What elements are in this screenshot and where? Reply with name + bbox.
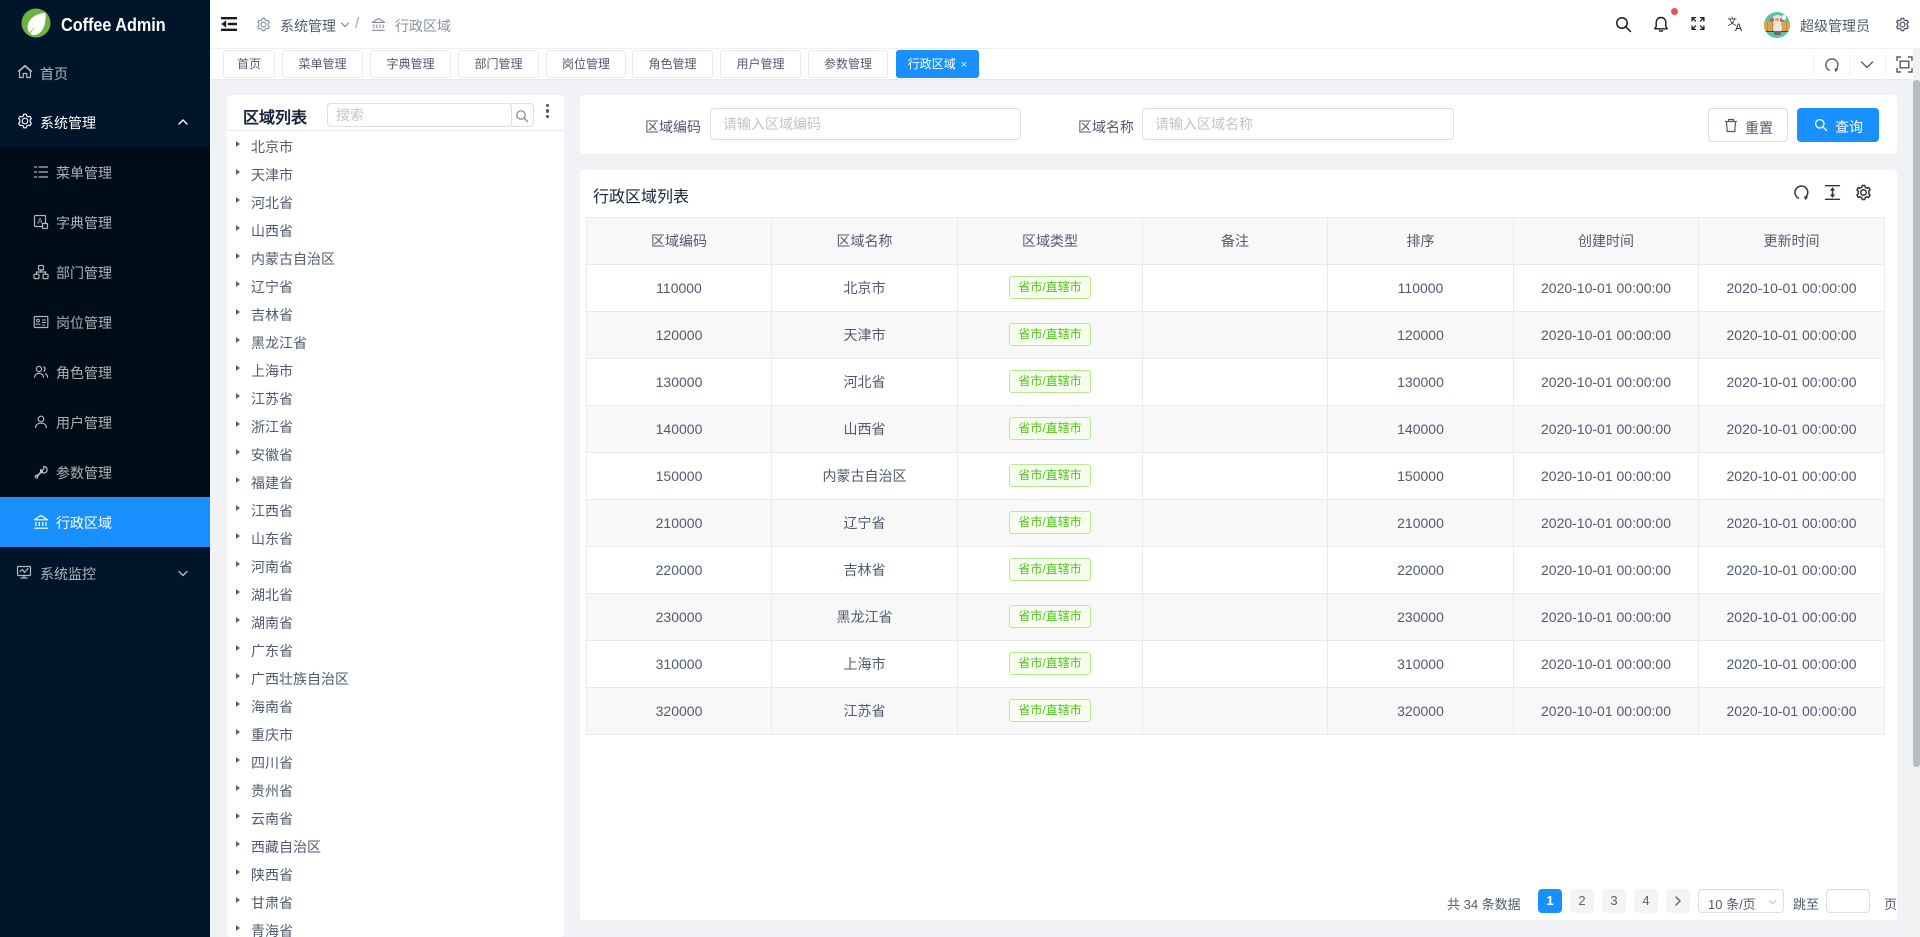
svg-text:A: A: [1735, 22, 1743, 32]
